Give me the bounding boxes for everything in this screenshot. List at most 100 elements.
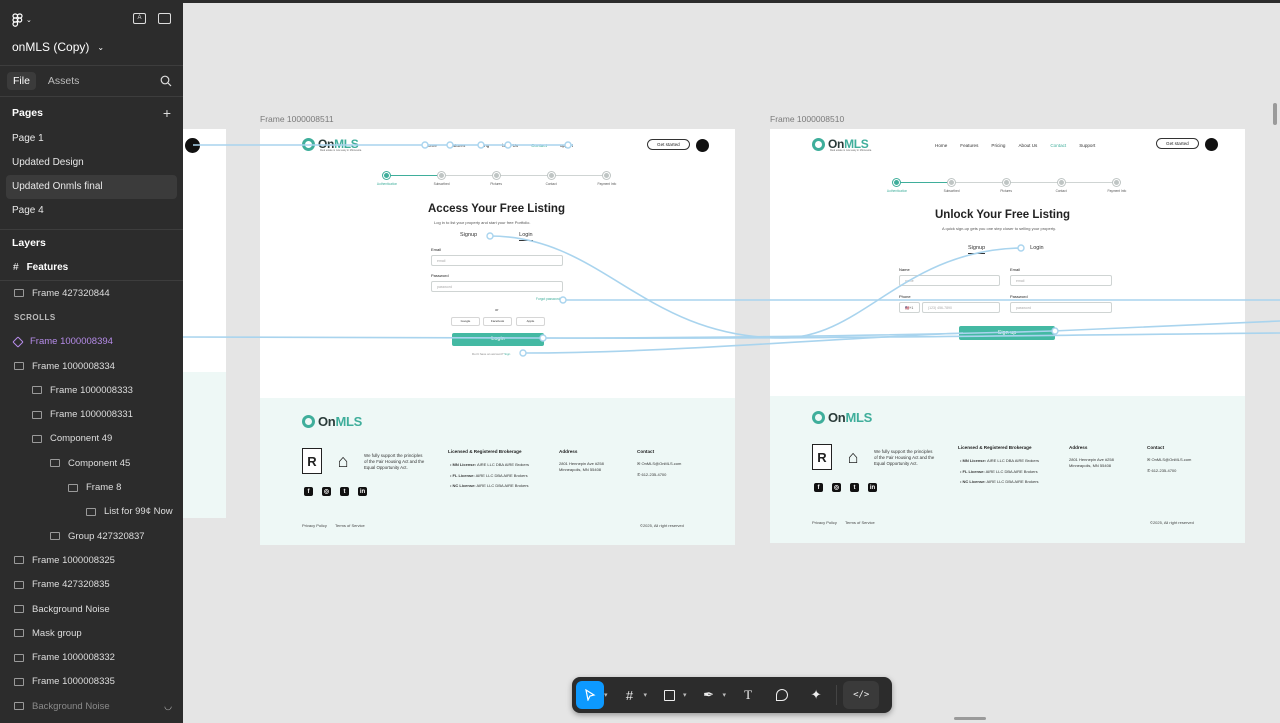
privacy-link[interactable]: Privacy Policy	[812, 520, 837, 525]
get-started-button[interactable]: Get started	[1156, 138, 1199, 149]
nav-item[interactable]: bout Us	[502, 143, 518, 148]
tab-signup[interactable]: Signup	[460, 232, 477, 241]
nav-item[interactable]: Features	[960, 143, 978, 148]
layer-item[interactable]: Frame 427320835	[0, 573, 183, 597]
layer-item[interactable]: Mask group	[0, 621, 183, 645]
nav-item[interactable]: eatures	[450, 143, 465, 148]
nav-item[interactable]: ricing	[478, 143, 489, 148]
design-canvas[interactable]: Frame 1000008511 OnMLS Real estate is no…	[183, 3, 1280, 723]
layer-root-features[interactable]: # Features	[0, 255, 183, 281]
dev-mode-toggle[interactable]: </>	[843, 681, 880, 709]
frame-tool[interactable]: #	[616, 681, 644, 709]
layer-item[interactable]: Frame 427320844	[0, 281, 183, 305]
twitter-icon[interactable]: t	[850, 483, 859, 492]
prototype-node[interactable]	[185, 138, 200, 153]
page-item[interactable]: Page 1	[0, 127, 177, 151]
notification-bell-icon[interactable]	[1205, 138, 1218, 151]
privacy-link[interactable]: Privacy Policy	[302, 523, 327, 528]
comment-tool[interactable]	[768, 681, 796, 709]
page-item[interactable]: Updated Onmls final	[6, 175, 177, 199]
tab-file[interactable]: File	[7, 72, 36, 90]
panel-toggle-icon[interactable]	[158, 13, 171, 24]
tab-assets[interactable]: Assets	[42, 72, 86, 90]
terms-link[interactable]: Terms of Service	[335, 523, 365, 528]
name-field[interactable]: name	[899, 275, 1000, 286]
text-tool[interactable]: T	[734, 681, 762, 709]
layer-item[interactable]: Background Noise	[0, 597, 183, 621]
apple-button[interactable]: Apple	[516, 317, 545, 326]
nav-item[interactable]: Support	[1079, 143, 1095, 148]
tab-login[interactable]: Login	[519, 232, 533, 241]
nav-item[interactable]: Home	[935, 143, 947, 148]
move-tool[interactable]	[576, 681, 604, 709]
nav-item[interactable]: upport	[560, 143, 573, 148]
layer-item[interactable]: Frame 1000008334	[0, 354, 183, 378]
frame-label-left[interactable]: Frame 1000008511	[260, 114, 334, 124]
get-started-button[interactable]: Get started	[647, 139, 690, 150]
nav-item[interactable]: Contact	[531, 143, 547, 148]
layer-item[interactable]: Frame 1000008386	[0, 718, 183, 723]
twitter-icon[interactable]: t	[340, 487, 349, 496]
nav-item[interactable]: About Us	[1018, 143, 1037, 148]
ai-toggle-icon[interactable]: A	[133, 13, 146, 24]
project-title[interactable]: onMLS (Copy) ⌄	[12, 40, 104, 54]
instagram-icon[interactable]: ◎	[322, 487, 331, 496]
signup-link[interactable]: Sign	[504, 352, 510, 356]
layer-item[interactable]: Frame 1000008333	[0, 378, 183, 402]
vertical-scrollbar[interactable]	[1273, 103, 1277, 125]
frame-label-right[interactable]: Frame 1000008510	[770, 114, 844, 124]
facebook-button[interactable]: Facebook	[483, 317, 512, 326]
email-field[interactable]: email	[1010, 275, 1112, 286]
layer-item[interactable]: Frame 1000008394	[0, 330, 183, 354]
chevron-down-icon[interactable]: ▾	[644, 691, 648, 699]
partial-frame[interactable]	[183, 129, 226, 518]
password-field[interactable]: password	[431, 281, 563, 292]
pen-tool[interactable]: ✒	[695, 681, 723, 709]
instagram-icon[interactable]: ◎	[832, 483, 841, 492]
facebook-icon[interactable]: f	[304, 487, 313, 496]
page-item[interactable]: Page 4	[0, 199, 177, 223]
phone-code-select[interactable]: 🇺🇸+1	[899, 302, 920, 313]
password-field[interactable]: password	[1010, 302, 1112, 313]
linkedin-icon[interactable]: in	[868, 483, 877, 492]
layer-item[interactable]: Frame 8	[0, 475, 183, 499]
main-menu-button[interactable]: ⌄	[12, 13, 32, 27]
horizontal-scrollbar[interactable]	[954, 717, 986, 720]
forgot-password-link[interactable]: Forgot password	[536, 297, 560, 301]
phone-field[interactable]: (123) 456-7890	[922, 302, 1000, 313]
tab-login[interactable]: Login	[1030, 245, 1043, 254]
layer-item[interactable]: List for 99¢ Now	[0, 500, 183, 524]
login-button[interactable]: Login	[452, 333, 544, 346]
layer-item[interactable]: Frame 1000008335	[0, 670, 183, 694]
chevron-down-icon[interactable]: ▾	[683, 691, 687, 699]
layer-item[interactable]: Component 49	[0, 427, 183, 451]
google-button[interactable]: Google	[451, 317, 480, 326]
email-field[interactable]: email	[431, 255, 563, 266]
add-page-icon[interactable]: +	[163, 105, 171, 121]
nav-item[interactable]: Pricing	[991, 143, 1005, 148]
signup-button[interactable]: Sign up	[959, 326, 1055, 340]
layer-item[interactable]: SCROLLS	[0, 305, 183, 329]
layer-item[interactable]: Background Noise ◡	[0, 694, 183, 718]
page-item[interactable]: Updated Design	[0, 151, 177, 175]
layer-item[interactable]: Frame 1000008325	[0, 548, 183, 572]
nav-item[interactable]: ome	[428, 143, 437, 148]
linkedin-icon[interactable]: in	[358, 487, 367, 496]
frame-login[interactable]: OnMLS Real estate is now easy in Minneso…	[260, 129, 735, 545]
tab-signup[interactable]: Signup	[968, 245, 986, 254]
actions-tool[interactable]: ✦	[802, 681, 830, 709]
rectangle-tool[interactable]	[655, 681, 683, 709]
layer-item[interactable]: Group 427320837	[0, 524, 183, 548]
nav-item[interactable]: Contact	[1050, 143, 1066, 148]
layer-item[interactable]: Frame 1000008331	[0, 402, 183, 426]
layer-item[interactable]: Component 45	[0, 451, 183, 475]
hidden-eye-icon[interactable]: ◡	[164, 701, 172, 712]
notification-bell-icon[interactable]	[696, 139, 709, 152]
frame-signup[interactable]: OnMLS Real estate is now easy in Minneso…	[770, 129, 1245, 543]
terms-link[interactable]: Terms of Service	[845, 520, 875, 525]
chevron-down-icon[interactable]: ▾	[723, 691, 727, 699]
facebook-icon[interactable]: f	[814, 483, 823, 492]
layer-item[interactable]: Frame 1000008332	[0, 645, 183, 669]
chevron-down-icon[interactable]: ▾	[604, 691, 608, 699]
search-icon[interactable]	[160, 75, 172, 87]
